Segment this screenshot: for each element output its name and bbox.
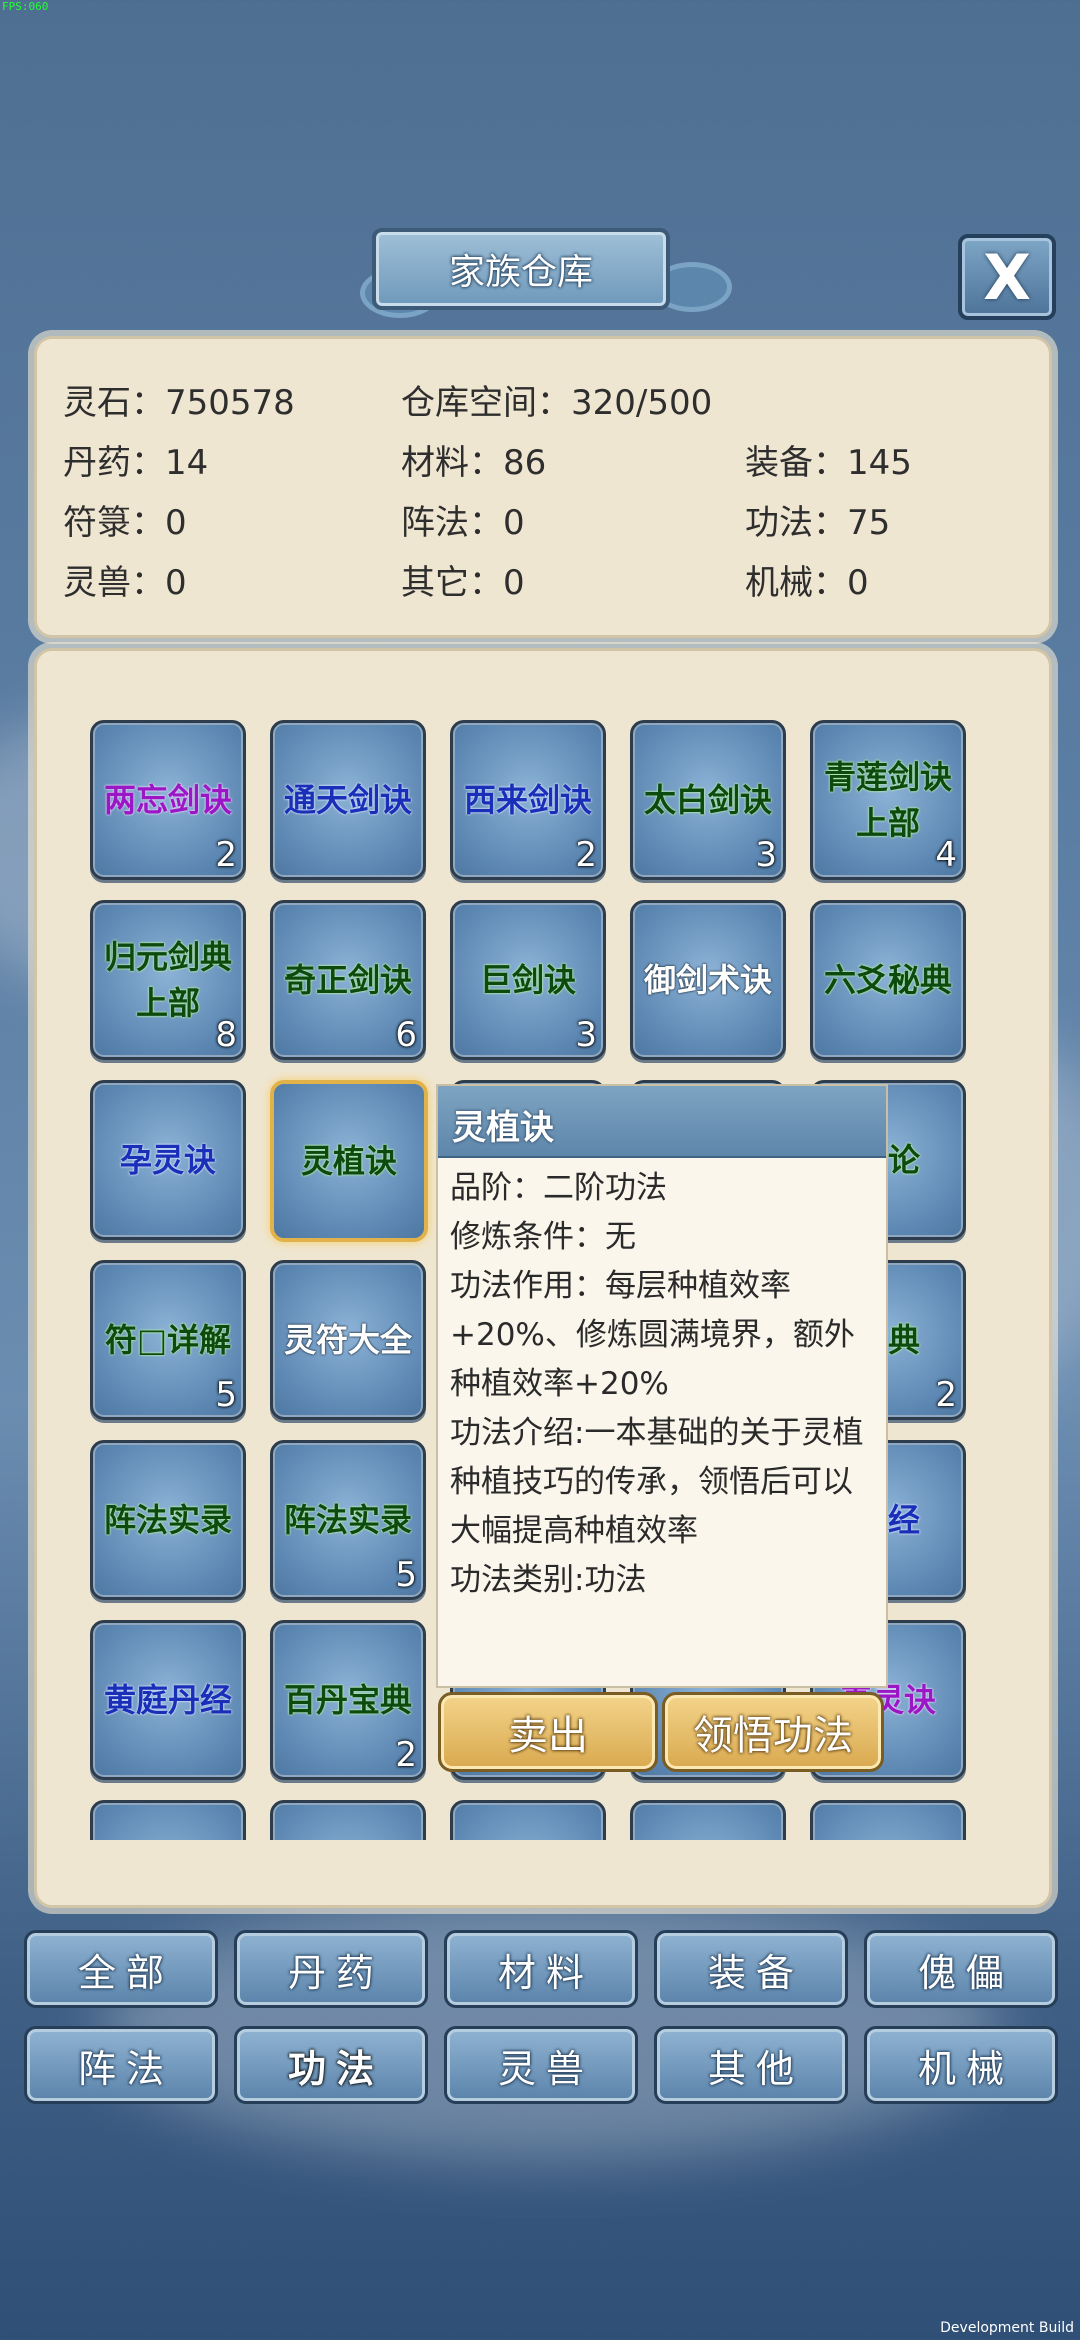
item-name: 御剑术诀 xyxy=(643,961,772,999)
item-name: 孕灵诀 xyxy=(119,1141,216,1179)
tab-1[interactable]: 丹药 xyxy=(234,1930,428,2008)
item-slot[interactable]: 御剑术诀 xyxy=(630,900,786,1060)
tab-label: 装备 xyxy=(707,1950,804,1995)
sell-label: 卖出 xyxy=(508,1713,588,1759)
tab-label: 灵兽 xyxy=(497,2046,594,2091)
tab-7[interactable]: 灵兽 xyxy=(444,2026,638,2104)
stat-fulu: 符箓：0 xyxy=(63,503,187,543)
development-build-label: Development Build xyxy=(940,2320,1074,2336)
item-name: 黄庭丹经 xyxy=(103,1681,232,1719)
tab-label: 全部 xyxy=(77,1950,174,1995)
storage-stats-panel: 灵石：750578 仓库空间：320/500 丹药：14 材料：86 装备：14… xyxy=(34,336,1052,638)
item-slot[interactable]: 奇正剑诀 6 xyxy=(270,900,426,1060)
tooltip-line: 功法类别:功法 xyxy=(450,1562,647,1598)
item-slot[interactable]: 通天剑诀 xyxy=(270,720,426,880)
tab-8[interactable]: 其他 xyxy=(654,2026,848,2104)
item-count: 8 xyxy=(215,1015,237,1055)
item-count: 2 xyxy=(935,1375,957,1415)
tab-label: 丹药 xyxy=(287,1950,384,1995)
item-slot[interactable]: 符□详解 5 xyxy=(90,1260,246,1420)
item-slot[interactable]: 西来剑诀 2 xyxy=(450,720,606,880)
stat-danyao: 丹药：14 xyxy=(63,443,209,483)
learn-skill-label: 领悟功法 xyxy=(693,1713,853,1759)
item-slot[interactable] xyxy=(810,1800,966,1840)
tab-label: 傀儡 xyxy=(917,1950,1014,1995)
item-slot[interactable]: 六爻秘典 xyxy=(810,900,966,1060)
stat-lingshi: 灵石：750578 xyxy=(63,383,295,423)
item-slot[interactable]: 孕灵诀 xyxy=(90,1080,246,1240)
fps-counter: FPS:060 xyxy=(2,0,49,13)
tab-9[interactable]: 机械 xyxy=(864,2026,1058,2104)
item-name: 阵法实录 xyxy=(103,1501,232,1539)
stat-qita: 其它：0 xyxy=(401,563,525,603)
item-slot[interactable]: 归元剑典上部 8 xyxy=(90,900,246,1060)
stat-lingshou: 灵兽：0 xyxy=(63,563,187,603)
tab-label: 功法 xyxy=(287,2046,384,2091)
item-tooltip: 灵植诀 品阶：二阶功法 修炼条件：无功法作用：每层种植效率+20%、修炼圆满境界，… xyxy=(436,1084,888,1688)
item-slot[interactable]: 阵法实录 5 xyxy=(270,1440,426,1600)
tab-5[interactable]: 阵法 xyxy=(24,2026,218,2104)
item-count: 6 xyxy=(395,1015,417,1055)
item-slot[interactable]: 阵法实录 xyxy=(90,1440,246,1600)
item-count: 3 xyxy=(755,835,777,875)
stat-jixie: 机械：0 xyxy=(745,563,869,603)
tab-label: 阵法 xyxy=(77,2046,174,2091)
tab-6[interactable]: 功法 xyxy=(234,2026,428,2104)
item-count: 2 xyxy=(215,835,237,875)
close-button[interactable]: X xyxy=(958,234,1056,320)
item-name: 通天剑诀 xyxy=(283,781,412,819)
item-name: 灵符大全 xyxy=(283,1321,412,1359)
tooltip-line: 功法作用：每层种植效率+20%、修炼圆满境界，额外种植效率+20% xyxy=(450,1268,855,1402)
item-slot[interactable] xyxy=(450,1800,606,1840)
item-slot[interactable]: 两忘剑诀 2 xyxy=(90,720,246,880)
tab-label: 机械 xyxy=(917,2046,1014,2091)
item-slot[interactable]: 黄庭丹经 xyxy=(90,1620,246,1780)
item-name: 六爻秘典 xyxy=(823,961,952,999)
item-count: 3 xyxy=(575,1015,597,1055)
item-name: 灵植诀 xyxy=(300,1142,397,1180)
tooltip-line: 功法介绍:一本基础的关于灵植种植技巧的传承，领悟后可以大幅提高种植效率 xyxy=(450,1415,864,1549)
tooltip-line: 品阶：二阶功法 xyxy=(450,1170,667,1206)
stat-zhenfa: 阵法：0 xyxy=(401,503,525,543)
tooltip-header: 灵植诀 xyxy=(438,1086,886,1158)
tab-0[interactable]: 全部 xyxy=(24,1930,218,2008)
item-count: 2 xyxy=(395,1735,417,1775)
stat-zhuangbei: 装备：145 xyxy=(745,443,912,483)
item-slot[interactable]: 灵植诀 xyxy=(270,1080,428,1242)
tab-3[interactable]: 装备 xyxy=(654,1930,848,2008)
item-slot[interactable]: 百丹宝典 2 xyxy=(270,1620,426,1780)
tooltip-line: 修炼条件：无 xyxy=(450,1219,636,1255)
stat-cailiao: 材料：86 xyxy=(401,443,547,483)
tab-4[interactable]: 傀儡 xyxy=(864,1930,1058,2008)
item-slot[interactable]: 青莲剑诀上部 4 xyxy=(810,720,966,880)
item-slot[interactable] xyxy=(270,1800,426,1840)
item-count: 4 xyxy=(935,835,957,875)
window-title-banner: 家族仓库 xyxy=(372,228,670,310)
learn-skill-button[interactable]: 领悟功法 xyxy=(662,1692,884,1772)
item-count: 5 xyxy=(215,1375,237,1415)
item-slot[interactable] xyxy=(630,1800,786,1840)
item-slot[interactable]: 灵符大全 xyxy=(270,1260,426,1420)
tab-2[interactable]: 材料 xyxy=(444,1930,638,2008)
item-count: 5 xyxy=(395,1555,417,1595)
window-title: 家族仓库 xyxy=(448,252,593,293)
sell-button[interactable]: 卖出 xyxy=(438,1692,658,1772)
item-slot[interactable]: 巨剑诀 3 xyxy=(450,900,606,1060)
item-slot[interactable] xyxy=(90,1800,246,1840)
item-slot[interactable]: 太白剑诀 3 xyxy=(630,720,786,880)
tab-label: 其他 xyxy=(707,2046,804,2091)
stat-gongfa: 功法：75 xyxy=(745,503,891,543)
tooltip-title: 灵植诀 xyxy=(452,1108,554,1148)
tooltip-description: 品阶：二阶功法 修炼条件：无功法作用：每层种植效率+20%、修炼圆满境界，额外种植… xyxy=(450,1164,878,1605)
close-icon: X xyxy=(983,240,1031,314)
stat-space: 仓库空间：320/500 xyxy=(401,383,713,423)
item-count: 2 xyxy=(575,835,597,875)
tab-label: 材料 xyxy=(497,1950,594,1995)
